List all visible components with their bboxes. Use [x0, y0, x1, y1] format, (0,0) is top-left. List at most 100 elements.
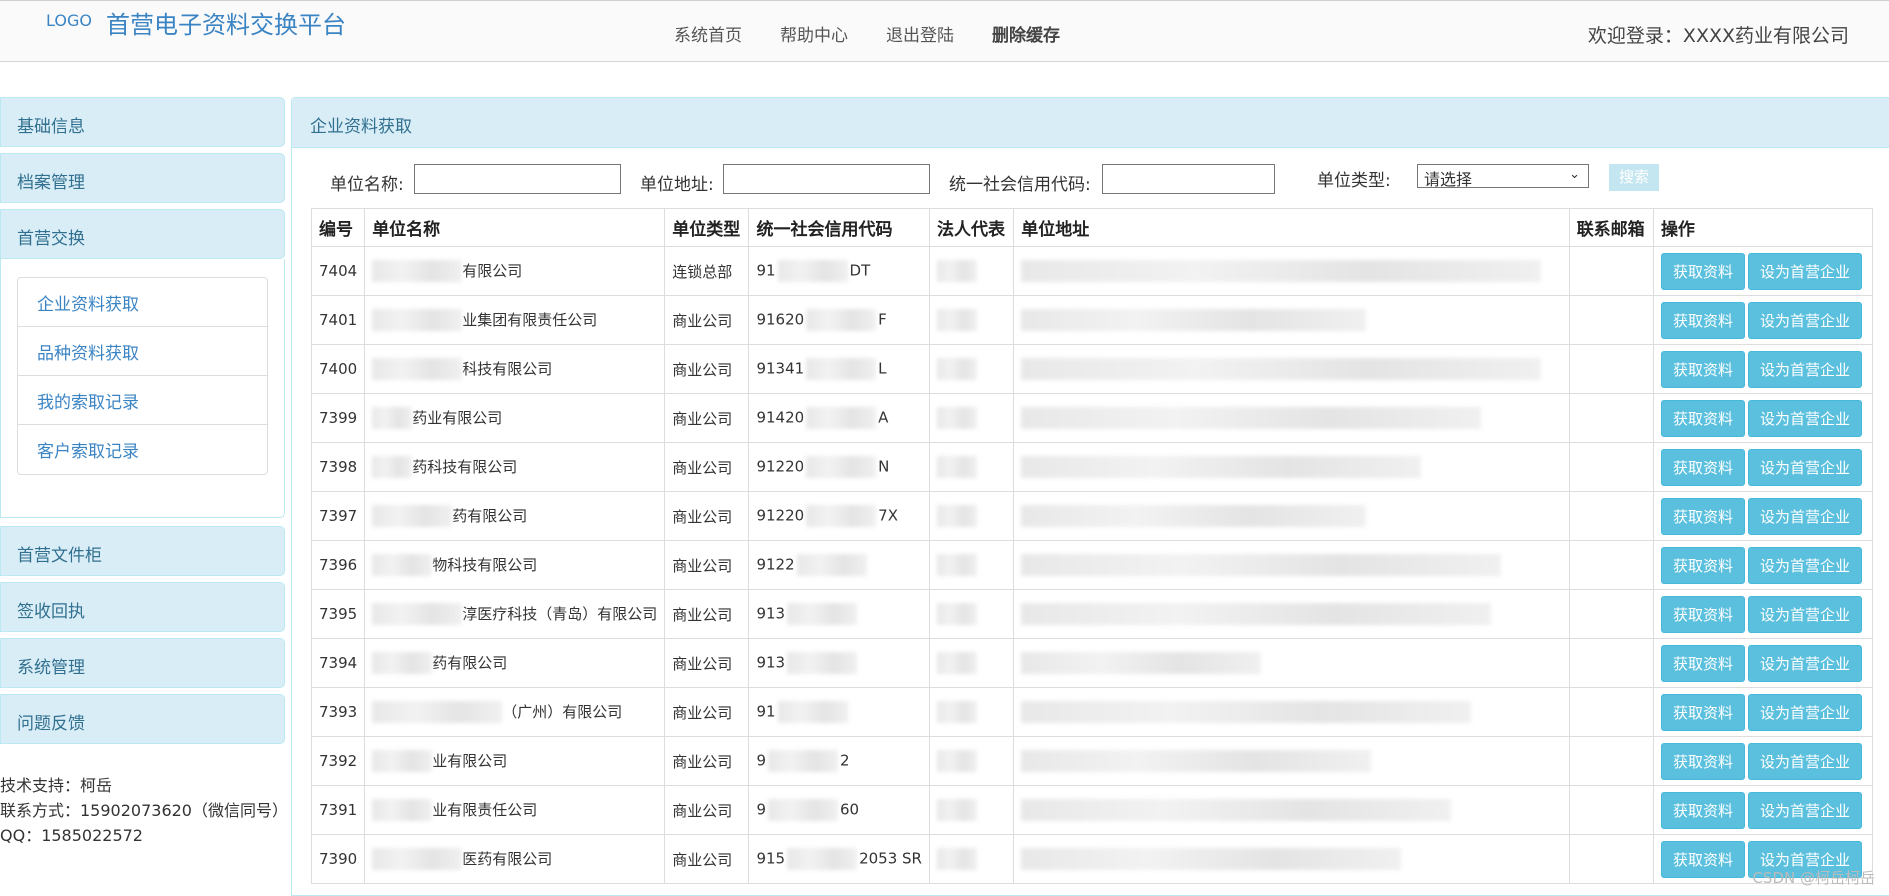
sidebar-item-exchange[interactable]: 首营交换 [0, 209, 285, 259]
set-first-company-button[interactable]: 设为首营企业 [1747, 595, 1862, 633]
cell-id: 7394 [310, 638, 366, 688]
cell-code-text: 913 [756, 653, 786, 672]
cell-legal-rep [928, 638, 1015, 688]
type-select[interactable]: 请选择 ⌄ [1417, 164, 1589, 189]
redacted-block [372, 603, 463, 626]
nav-logout[interactable]: 退出登陆 [886, 21, 954, 46]
cell-email [1568, 736, 1654, 786]
set-first-company-button[interactable]: 设为首营企业 [1747, 693, 1862, 731]
cell-address [1013, 344, 1570, 394]
set-first-company-button[interactable]: 设为首营企业 [1747, 546, 1862, 584]
address-input[interactable] [723, 164, 930, 194]
get-data-button[interactable]: 获取资料 [1660, 301, 1745, 339]
sidebar-item-system[interactable]: 系统管理 [0, 638, 285, 688]
cell-id: 7392 [310, 736, 366, 786]
cell-code: 92 [748, 736, 930, 786]
get-data-button[interactable]: 获取资料 [1660, 742, 1745, 780]
nav-home[interactable]: 系统首页 [674, 21, 742, 46]
search-button[interactable]: 搜索 [1609, 164, 1659, 191]
cell-id: 7401 [310, 295, 366, 345]
sidebar-item-archive[interactable]: 档案管理 [0, 153, 285, 203]
get-data-button[interactable]: 获取资料 [1660, 399, 1745, 437]
sidebar-item-basic-info[interactable]: 基础信息 [0, 97, 285, 147]
cell-email [1568, 638, 1654, 688]
cell-code-tail: F [878, 310, 887, 329]
redacted-block [1021, 750, 1372, 772]
cell-name: 业有限责任公司 [364, 785, 666, 835]
cell-type: 商业公司 [664, 393, 750, 443]
cell-type: 商业公司 [664, 736, 750, 786]
set-first-company-button[interactable]: 设为首营企业 [1747, 301, 1862, 339]
cell-id: 7398 [310, 442, 366, 492]
cell-type: 连锁总部 [664, 246, 750, 296]
cell-name-text: 药有限公司 [432, 653, 508, 672]
table-body: 7404 有限公司 连锁总部 91 DT 获取资料 设为首营企业 7401 业集团有限责任公司商… [310, 246, 1874, 884]
type-select-value: 请选择 [1424, 170, 1473, 189]
submenu-company-data[interactable]: 企业资料获取 [18, 278, 267, 327]
get-data-button[interactable]: 获取资料 [1660, 644, 1745, 682]
redacted-block [1021, 701, 1472, 723]
get-data-button[interactable]: 获取资料 [1660, 693, 1745, 731]
tech-support-info: 技术支持：柯岳 联系方式：15902073620（微信同号） QQ：158502… [0, 773, 288, 848]
cell-type: 商业公司 [664, 442, 750, 492]
redacted-block [768, 750, 838, 772]
code-input[interactable] [1102, 164, 1275, 194]
set-first-company-button[interactable]: 设为首营企业 [1747, 742, 1862, 780]
redacted-block [1021, 652, 1262, 674]
cell-email [1568, 344, 1654, 394]
submenu-product-data[interactable]: 品种资料获取 [18, 327, 267, 376]
redacted-block [787, 603, 858, 625]
table-row: 7393 （广州）有限公司 商业公司 91 获取资料 设为首营企业 [310, 687, 1874, 737]
nav-help[interactable]: 帮助中心 [780, 21, 848, 46]
cell-address [1013, 246, 1570, 296]
nav-clear-cache[interactable]: 删除缓存 [992, 21, 1060, 46]
sidebar-item-file-cabinet[interactable]: 首营文件柜 [0, 526, 285, 576]
cell-name-text: 医药有限公司 [462, 849, 553, 868]
redacted-block [1021, 407, 1482, 429]
set-first-company-button[interactable]: 设为首营企业 [1747, 252, 1862, 290]
get-data-button[interactable]: 获取资料 [1660, 595, 1745, 633]
redacted-block [372, 554, 433, 577]
cell-code-tail: DT [849, 261, 871, 280]
cell-actions: 获取资料 设为首营企业 [1652, 540, 1874, 590]
submenu-my-requests[interactable]: 我的索取记录 [18, 376, 267, 425]
cell-name: 科技有限公司 [364, 344, 666, 394]
redacted-block [372, 456, 413, 479]
set-first-company-button[interactable]: 设为首营企业 [1747, 350, 1862, 388]
sidebar-item-receipt[interactable]: 签收回执 [0, 582, 285, 632]
sidebar-item-feedback[interactable]: 问题反馈 [0, 694, 285, 744]
set-first-company-button[interactable]: 设为首营企业 [1747, 448, 1862, 486]
col-type: 单位类型 [664, 208, 750, 247]
cell-email [1568, 540, 1654, 590]
get-data-button[interactable]: 获取资料 [1660, 791, 1745, 829]
cell-email [1568, 393, 1654, 443]
cell-legal-rep [928, 736, 1015, 786]
get-data-button[interactable]: 获取资料 [1660, 350, 1745, 388]
cell-code: 91620 F [748, 295, 930, 345]
cell-code: 91341 L [748, 344, 930, 394]
get-data-button[interactable]: 获取资料 [1660, 252, 1745, 290]
cell-code: 9122 [748, 540, 930, 590]
cell-id: 7390 [310, 834, 366, 884]
get-data-button[interactable]: 获取资料 [1660, 497, 1745, 535]
cell-code-text: 91 [756, 261, 776, 280]
set-first-company-button[interactable]: 设为首营企业 [1747, 791, 1862, 829]
name-input[interactable] [414, 164, 621, 194]
company-table: 编号 单位名称 单位类型 统一社会信用代码 法人代表 单位地址 联系邮箱 操作 … [310, 208, 1874, 884]
cell-address [1013, 393, 1570, 443]
redacted-block [806, 309, 877, 331]
col-code: 统一社会信用代码 [748, 208, 930, 247]
submenu-customer-requests[interactable]: 客户索取记录 [18, 425, 267, 474]
redacted-block [936, 309, 977, 331]
redacted-block [777, 701, 848, 723]
cell-legal-rep [928, 246, 1015, 296]
set-first-company-button[interactable]: 设为首营企业 [1747, 644, 1862, 682]
cell-legal-rep [928, 540, 1015, 590]
table-row: 7396 物科技有限公司 商业公司 9122 获取资料 设为首营企业 [310, 540, 1874, 590]
get-data-button[interactable]: 获取资料 [1660, 448, 1745, 486]
set-first-company-button[interactable]: 设为首营企业 [1747, 497, 1862, 535]
get-data-button[interactable]: 获取资料 [1660, 840, 1745, 878]
redacted-block [936, 652, 977, 674]
set-first-company-button[interactable]: 设为首营企业 [1747, 399, 1862, 437]
get-data-button[interactable]: 获取资料 [1660, 546, 1745, 584]
